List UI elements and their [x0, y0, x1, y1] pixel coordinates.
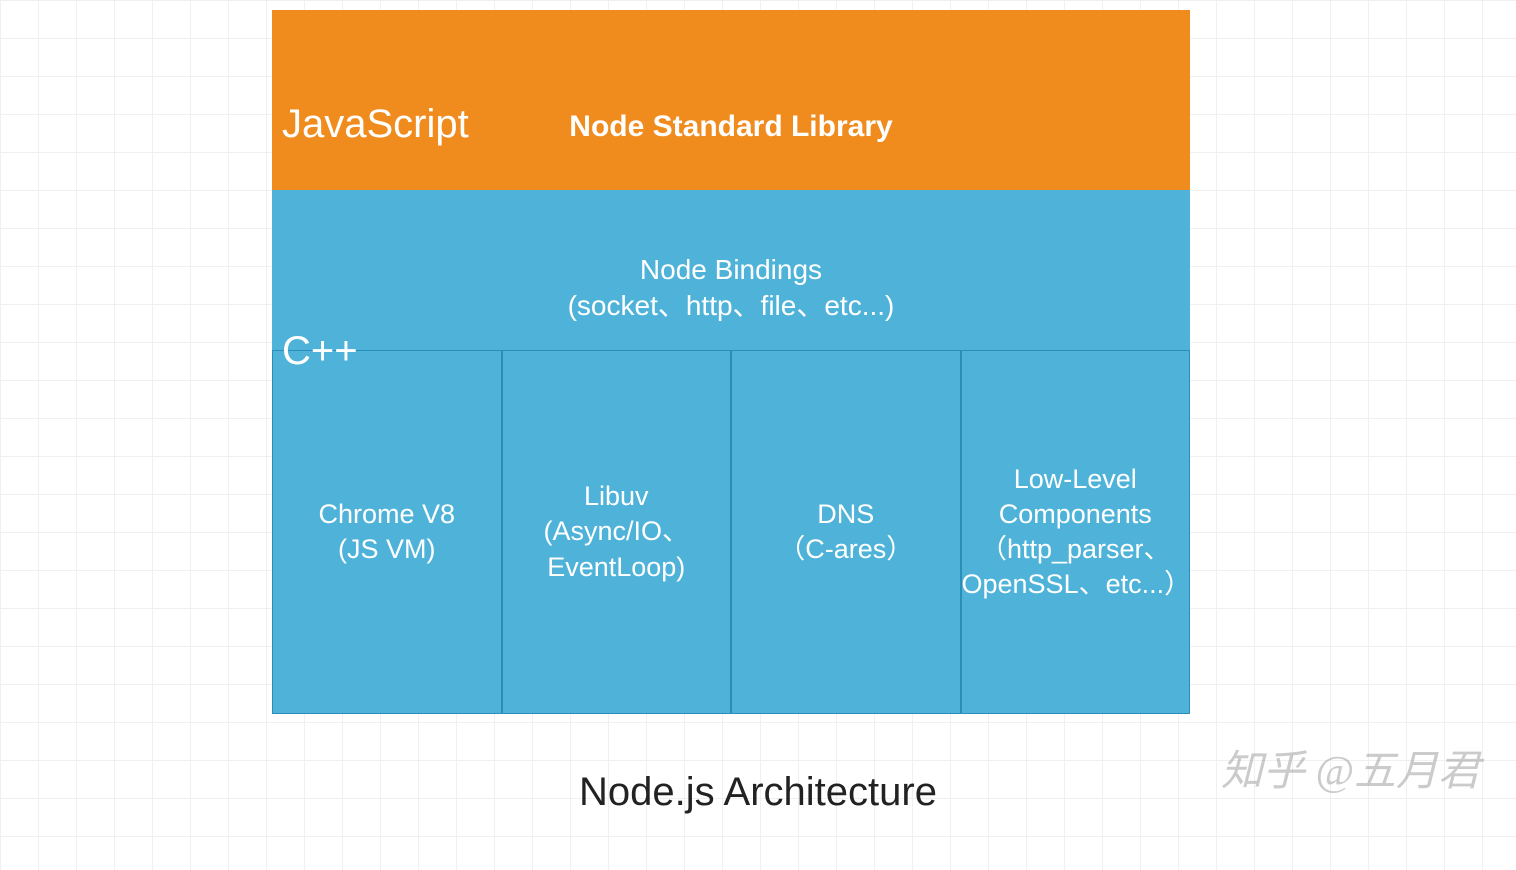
node-bindings-row: Node Bindings (socket、http、file、etc...) … [272, 190, 1190, 350]
cpp-label: C++ [282, 329, 358, 374]
javascript-layer: JavaScript Node Standard Library [272, 10, 1190, 190]
component-cell-libuv: Libuv (Async/IO、EventLoop) [502, 350, 732, 714]
component-detail: (Async/IO、EventLoop) [503, 514, 731, 584]
component-cell-chrome-v8: Chrome V8 (JS VM) [272, 350, 502, 714]
bindings-subtitle-text: (socket、http、file、etc...) [568, 290, 895, 321]
component-name: DNS [817, 497, 874, 532]
component-detail: （http_parser、OpenSSL、etc...） [962, 532, 1190, 602]
component-cell-dns: DNS （C-ares） [731, 350, 961, 714]
component-detail: （C-ares） [778, 532, 913, 567]
component-cell-low-level: Low-Level Components （http_parser、OpenSS… [961, 350, 1191, 714]
architecture-diagram: JavaScript Node Standard Library Node Bi… [272, 10, 1190, 714]
cpp-layer: Node Bindings (socket、http、file、etc...) … [272, 190, 1190, 714]
bindings-title-text: Node Bindings [640, 254, 822, 285]
component-name: Libuv [584, 479, 649, 514]
node-standard-library-label: Node Standard Library [272, 110, 1190, 144]
node-bindings-label: Node Bindings (socket、http、file、etc...) [568, 252, 895, 325]
watermark-text: 知乎 @五月君 [1221, 737, 1480, 798]
component-detail: (JS VM) [338, 532, 436, 567]
components-row: Chrome V8 (JS VM) Libuv (Async/IO、EventL… [272, 350, 1190, 714]
component-name: Chrome V8 [318, 497, 455, 532]
component-name: Low-Level Components [962, 462, 1190, 532]
